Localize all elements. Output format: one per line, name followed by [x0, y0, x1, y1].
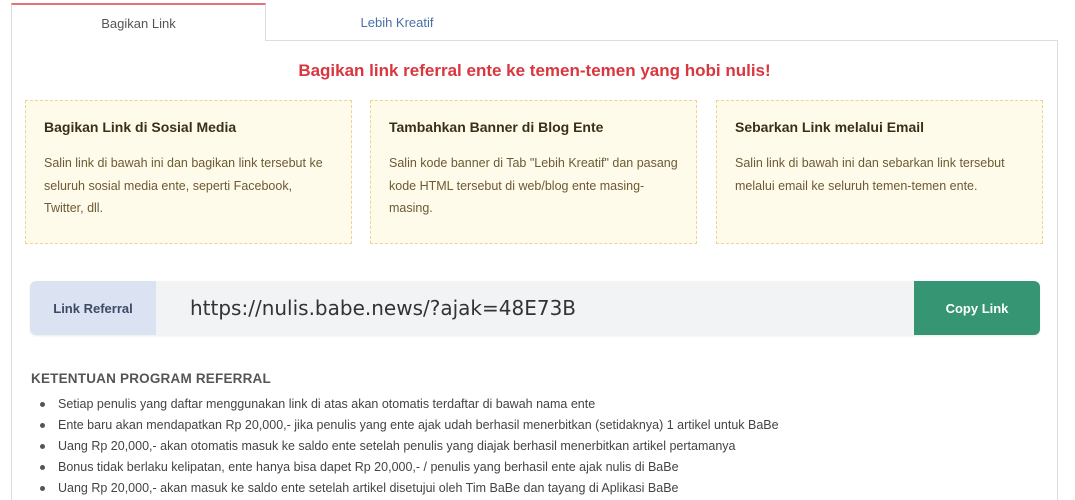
tab-panel: Bagikan link referral ente ke temen-teme…: [11, 40, 1058, 500]
card-title: Tambahkan Banner di Blog Ente: [389, 119, 604, 135]
card-text: Salin link di bawah ini dan bagikan link…: [44, 156, 323, 215]
page-headline: Bagikan link referral ente ke temen-teme…: [298, 61, 771, 80]
terms-list: Setiap penulis yang daftar menggunakan l…: [31, 394, 779, 499]
card-title: Bagikan Link di Sosial Media: [44, 119, 237, 135]
tab-lebih-kreatif[interactable]: Lebih Kreatif: [266, 3, 528, 41]
list-item: Uang Rp 20,000,- akan masuk ke saldo ent…: [31, 478, 779, 499]
card-text: Salin link di bawah ini dan sebarkan lin…: [735, 156, 1005, 193]
referral-link-label: Link Referral: [30, 281, 156, 335]
referral-link-bar: Link Referral Copy Link: [30, 281, 1040, 335]
card-email: Sebarkan Link melalui Email Salin link d…: [716, 100, 1043, 244]
tab-bagikan-link[interactable]: Bagikan Link: [11, 3, 266, 41]
card-title: Sebarkan Link melalui Email: [735, 119, 925, 135]
list-item: Bonus tidak berlaku kelipatan, ente hany…: [31, 457, 779, 478]
referral-link-input[interactable]: [156, 281, 914, 335]
list-item: Uang Rp 20,000,- akan otomatis masuk ke …: [31, 436, 779, 457]
card-social-media: Bagikan Link di Sosial Media Salin link …: [25, 100, 352, 244]
card-text: Salin kode banner di Tab "Lebih Kreatif"…: [389, 156, 678, 215]
tab-bar: Bagikan Link Lebih Kreatif: [11, 3, 1058, 41]
list-item: Ente baru akan mendapatkan Rp 20,000,- j…: [31, 415, 779, 436]
terms-title: KETENTUAN PROGRAM REFERRAL: [31, 371, 271, 386]
card-blog-banner: Tambahkan Banner di Blog Ente Salin kode…: [370, 100, 697, 244]
copy-link-button[interactable]: Copy Link: [914, 281, 1040, 335]
list-item: Setiap penulis yang daftar menggunakan l…: [31, 394, 779, 415]
